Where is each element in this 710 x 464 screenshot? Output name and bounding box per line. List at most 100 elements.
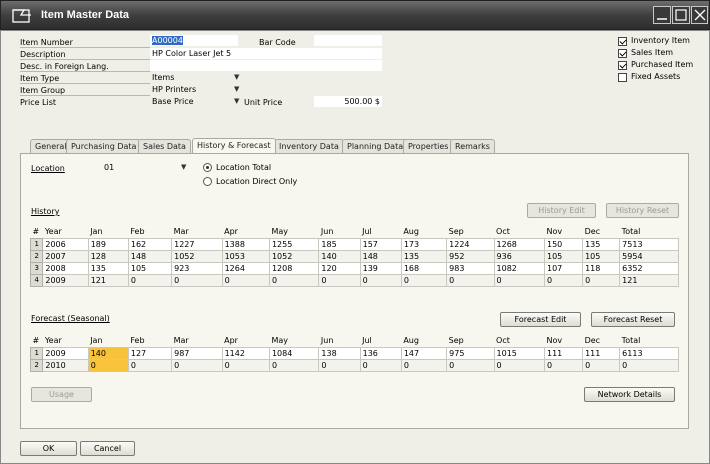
item-type-select[interactable]: Items <box>150 72 242 83</box>
column-header: # <box>32 335 40 345</box>
divider <box>20 47 150 48</box>
fixed-assets-checkbox[interactable] <box>618 73 627 82</box>
table-cell[interactable]: 111 <box>543 346 584 360</box>
table-cell[interactable]: 0 <box>318 358 361 372</box>
table-cell[interactable]: 0 <box>619 358 679 372</box>
table-cell[interactable]: 136 <box>359 346 402 360</box>
row-number[interactable]: 1 <box>29 346 44 360</box>
maximize-button[interactable] <box>672 6 690 24</box>
table-cell[interactable]: 0 <box>127 358 173 372</box>
table-cell[interactable]: 2010 <box>42 358 89 372</box>
row-number[interactable]: 2 <box>29 249 44 263</box>
forecast-reset-button[interactable]: Forecast Reset <box>591 312 675 327</box>
inventory-item-checkbox[interactable] <box>618 37 627 46</box>
table-cell[interactable]: 0 <box>268 358 320 372</box>
history-reset-button[interactable]: History Reset <box>606 203 679 218</box>
table-cell: 2009 <box>42 273 89 287</box>
forecast-edit-button[interactable]: Forecast Edit <box>500 312 581 327</box>
tab-properties[interactable]: Properties <box>403 139 454 153</box>
tab-purchasing-data[interactable]: Purchasing Data <box>66 139 142 153</box>
table-cell[interactable]: 147 <box>400 346 448 360</box>
network-details-button[interactable]: Network Details <box>584 387 675 402</box>
title-bar: Item Master Data <box>0 0 710 30</box>
purchased-item-checkbox[interactable] <box>618 61 627 70</box>
row-number[interactable]: 1 <box>29 237 44 251</box>
location-select[interactable]: 01 <box>102 162 188 173</box>
table-cell[interactable]: 975 <box>446 346 495 360</box>
table-cell[interactable]: 0 <box>493 358 545 372</box>
divider <box>20 59 150 60</box>
table-cell: 1224 <box>446 237 495 251</box>
location-direct-radio[interactable] <box>203 177 212 186</box>
table-cell[interactable]: 0 <box>171 358 223 372</box>
table-cell[interactable]: 138 <box>318 346 361 360</box>
table-row[interactable]: 2 2010 0 0 0 0 0 0 0 0 0 0 0 0 0 <box>29 358 679 372</box>
table-cell[interactable]: 0 <box>221 358 270 372</box>
table-row[interactable]: 1 2009 140 127 987 1142 1084 138 136 147 975 1015 11… <box>29 346 679 360</box>
row-number[interactable]: 3 <box>29 261 44 275</box>
table-cell[interactable]: 987 <box>171 346 223 360</box>
table-cell[interactable]: 0 <box>543 358 584 372</box>
history-edit-button[interactable]: History Edit <box>527 203 596 218</box>
table-cell[interactable]: 0 <box>446 358 495 372</box>
bar-code-field[interactable] <box>314 35 382 46</box>
row-number[interactable]: 4 <box>29 273 44 287</box>
usage-button[interactable]: Usage <box>31 387 92 402</box>
chevron-down-icon[interactable]: ▼ <box>234 85 239 93</box>
table-row[interactable]: 4 2009 121 0 0 0 0 0 0 0 0 0 0 0 121 <box>29 273 679 287</box>
table-cell: 0 <box>493 273 545 287</box>
item-number-label: Item Number <box>20 38 73 47</box>
ok-button[interactable]: OK <box>20 441 77 456</box>
tab-remarks[interactable]: Remarks <box>450 139 495 153</box>
table-row[interactable]: 3 2008 135 105 923 1264 1208 120 139 168 983 1082 10… <box>29 261 679 275</box>
row-number[interactable]: 2 <box>29 358 44 372</box>
table-cell: 148 <box>127 249 173 263</box>
tab-planning-data[interactable]: Planning Data <box>342 139 409 153</box>
minimize-button[interactable] <box>653 6 671 24</box>
table-cell[interactable]: 1015 <box>493 346 545 360</box>
location-total-radio[interactable] <box>203 163 212 172</box>
table-cell[interactable]: 0 <box>400 358 448 372</box>
table-cell: 135 <box>400 249 448 263</box>
table-cell[interactable]: 2009 <box>42 346 89 360</box>
chevron-down-icon[interactable]: ▼ <box>234 73 239 81</box>
tab-history-forecast[interactable]: History & Forecast <box>192 138 276 153</box>
desc-foreign-field[interactable] <box>150 60 382 71</box>
item-group-select[interactable]: HP Printers <box>150 84 242 95</box>
unit-price-label: Unit Price <box>244 98 283 107</box>
table-cell[interactable]: 0 <box>359 358 402 372</box>
column-header: Year <box>44 335 62 345</box>
unit-price-field[interactable]: 500.00 $ <box>314 96 382 107</box>
table-cell[interactable]: 1084 <box>268 346 320 360</box>
column-header: Jun <box>320 226 334 236</box>
cancel-button[interactable]: Cancel <box>80 441 135 456</box>
table-cell[interactable]: 140 <box>87 346 129 360</box>
table-cell[interactable]: 127 <box>127 346 173 360</box>
sales-item-checkbox[interactable] <box>618 49 627 58</box>
divider <box>20 83 150 84</box>
forecast-title: Forecast (Seasonal) <box>31 314 110 323</box>
close-button[interactable] <box>691 6 708 24</box>
table-row[interactable]: 1 2006 189 162 1227 1388 1255 185 157 173 1224 1268… <box>29 237 679 251</box>
tab-sales-data[interactable]: Sales Data <box>138 139 191 153</box>
description-field[interactable]: HP Color Laser Jet 5 <box>150 48 382 59</box>
table-cell: 0 <box>318 273 361 287</box>
history-header-row: # Year Jan Feb Mar Apr May Jun Jul Aug Sep Oct Nov De… <box>31 225 679 238</box>
table-cell[interactable]: 111 <box>582 346 621 360</box>
item-number-field[interactable]: A00004 <box>150 35 238 46</box>
table-cell: 1268 <box>493 237 545 251</box>
table-cell: 185 <box>318 237 361 251</box>
chevron-down-icon[interactable]: ▼ <box>181 163 186 171</box>
table-cell[interactable]: 1142 <box>221 346 270 360</box>
table-row[interactable]: 2 2007 128 148 1052 1053 1052 140 148 135 952 936 10… <box>29 249 679 263</box>
chevron-down-icon[interactable]: ▼ <box>234 97 239 105</box>
column-header: Aug <box>403 335 419 345</box>
price-list-select[interactable]: Base Price <box>150 96 242 107</box>
table-cell[interactable]: 0 <box>87 358 129 372</box>
table-cell[interactable]: 6113 <box>619 346 679 360</box>
table-cell: 0 <box>221 273 270 287</box>
tab-inventory-data[interactable]: Inventory Data <box>274 139 344 153</box>
column-header: Sep <box>448 226 464 236</box>
location-label: Location <box>31 164 65 173</box>
table-cell[interactable]: 0 <box>582 358 621 372</box>
